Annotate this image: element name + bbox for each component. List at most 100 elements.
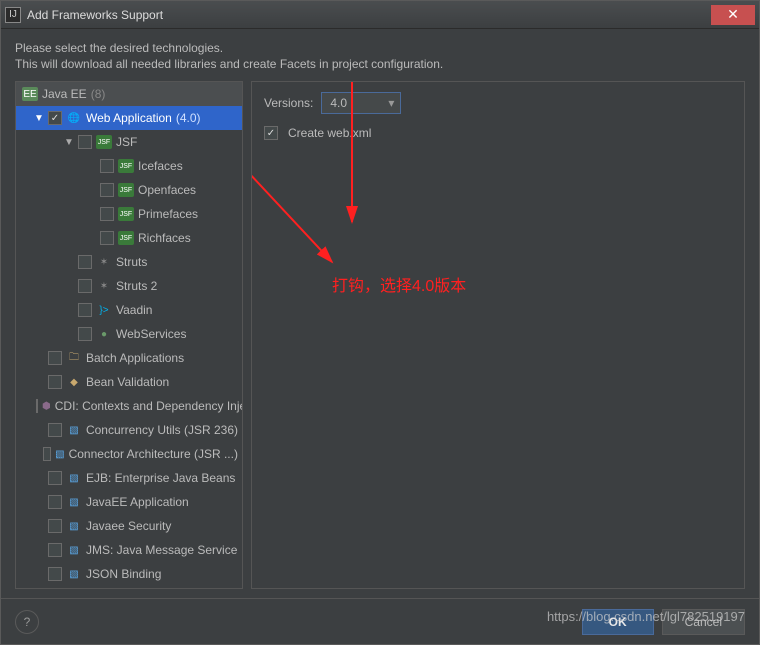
tree-item-connector-architecture-jsr-[interactable]: ▧Connector Architecture (JSR ...) — [16, 442, 242, 466]
tree-item-label: Openfaces — [138, 183, 196, 197]
cdi-icon: ⬢ — [42, 399, 51, 413]
tree-item-checkbox[interactable] — [78, 279, 92, 293]
javaee-icon: EE — [22, 87, 38, 101]
gear-icon: ✶ — [96, 255, 112, 269]
jsf-icon: JSF — [96, 135, 112, 149]
watermark: https://blog.csdn.net/lgl782519197 — [547, 609, 745, 624]
tree-item-struts-2[interactable]: ✶ Struts 2 — [16, 274, 242, 298]
tree-item-jsf[interactable]: ▼ JSF JSF — [16, 130, 242, 154]
create-webxml-label: Create web.xml — [288, 126, 371, 140]
tree-item-web-application[interactable]: ▼ 🌐 Web Application (4.0) — [16, 106, 242, 130]
tree-item-batch-applications[interactable]: 🗀 Batch Applications — [16, 346, 242, 370]
tree-item-label: Struts 2 — [116, 279, 157, 293]
tree-item-vaadin[interactable]: }>Vaadin — [16, 298, 242, 322]
versions-label: Versions: — [264, 96, 313, 110]
tree-item-label: Bean Validation — [86, 375, 169, 389]
jsf-icon: JSF — [118, 183, 134, 197]
tree-item-checkbox[interactable] — [78, 303, 92, 317]
tree-item-concurrency-utils-jsr-236-[interactable]: ▧ Concurrency Utils (JSR 236) — [16, 418, 242, 442]
tree-item-checkbox[interactable] — [100, 231, 114, 245]
web-icon: 🌐 — [66, 111, 82, 125]
close-button[interactable]: ✕ — [711, 5, 755, 25]
tree-item-checkbox[interactable] — [48, 543, 62, 557]
tree-item-checkbox[interactable] — [78, 135, 92, 149]
tree-item-checkbox[interactable] — [48, 495, 62, 509]
tree-header-label: Java EE — [42, 87, 87, 101]
gear-icon: ✶ — [96, 279, 112, 293]
tree-item-label: Icefaces — [138, 159, 183, 173]
tree-item-cdi-contexts-and-dependency-injection[interactable]: ⬢ CDI: Contexts and Dependency Injection — [16, 394, 242, 418]
tree-item-label: Javaee Security — [86, 519, 171, 533]
annotation-arrows — [252, 82, 752, 582]
description-line-1: Please select the desired technologies. — [15, 41, 745, 55]
blue-icon: ▧ — [66, 423, 82, 437]
tree-item-javaee-application[interactable]: ▧ JavaEE Application — [16, 490, 242, 514]
tree-item-jms-java-message-service[interactable]: ▧ JMS: Java Message Service — [16, 538, 242, 562]
tree-item-struts[interactable]: ✶ Struts — [16, 250, 242, 274]
jsf-icon: JSF — [118, 231, 134, 245]
tree-item-checkbox[interactable] — [48, 567, 62, 581]
tree-item-label: JSF — [116, 135, 137, 149]
tree-item-label: Web Application — [86, 111, 172, 125]
tree-item-ejb-enterprise-java-beans[interactable]: ▧ EJB: Enterprise Java Beans — [16, 466, 242, 490]
tree-item-label: CDI: Contexts and Dependency Injection — [55, 399, 242, 413]
tree-item-label: JSON Binding — [86, 567, 161, 581]
tree-item-label: JavaEE Application — [86, 495, 189, 509]
create-webxml-checkbox[interactable] — [264, 126, 278, 140]
expand-arrow-icon[interactable]: ▼ — [34, 113, 46, 124]
help-button[interactable]: ? — [15, 610, 39, 634]
tree-item-label: Concurrency Utils (JSR 236) — [86, 423, 238, 437]
tree-item-icefaces[interactable]: JSFIcefaces — [16, 154, 242, 178]
app-icon: IJ — [5, 7, 21, 23]
tree-header-count: (8) — [91, 87, 106, 101]
tree-item-checkbox[interactable] — [36, 399, 38, 413]
details-panel: Versions: 4.0 Create web.xml 打钩，选择4.0版本 — [251, 81, 745, 589]
tree-item-json-binding[interactable]: ▧ JSON Binding — [16, 562, 242, 586]
tree-item-label: Batch Applications — [86, 351, 184, 365]
shield-icon: ◆ — [66, 375, 82, 389]
tree-item-label: Primefaces — [138, 207, 198, 221]
tree-item-suffix: (4.0) — [176, 111, 201, 125]
framework-tree-panel: EE Java EE (8) ▼ 🌐 Web Application (4.0) ▼ J… — [15, 81, 243, 589]
tree-item-checkbox[interactable] — [78, 255, 92, 269]
tree-item-checkbox[interactable] — [48, 519, 62, 533]
window-title: Add Frameworks Support — [27, 8, 163, 22]
tree-item-label: WebServices — [116, 327, 186, 341]
tree-item-label: EJB: Enterprise Java Beans — [86, 471, 235, 485]
tree-item-checkbox[interactable] — [100, 207, 114, 221]
tree-item-bean-validation[interactable]: ◆ Bean Validation — [16, 370, 242, 394]
tree-item-checkbox[interactable] — [43, 447, 52, 461]
titlebar: IJ Add Frameworks Support ✕ — [1, 1, 759, 29]
tree-item-label: Richfaces — [138, 231, 191, 245]
tree-item-checkbox[interactable] — [48, 423, 62, 437]
tree-item-checkbox[interactable] — [48, 351, 62, 365]
tree-item-openfaces[interactable]: JSF Openfaces — [16, 178, 242, 202]
folder-icon: 🗀 — [66, 351, 82, 365]
tree-item-label: JMS: Java Message Service — [86, 543, 237, 557]
tree-item-checkbox[interactable] — [48, 471, 62, 485]
blue-icon: ▧ — [66, 543, 82, 557]
tree-item-checkbox[interactable] — [100, 183, 114, 197]
tree-item-primefaces[interactable]: JSFPrimefaces — [16, 202, 242, 226]
tree-item-label: Connector Architecture (JSR ...) — [69, 447, 238, 461]
tree-item-checkbox[interactable] — [48, 111, 62, 125]
tree-item-checkbox[interactable] — [78, 327, 92, 341]
tree-item-javaee-security[interactable]: ▧ Javaee Security — [16, 514, 242, 538]
tree-item-richfaces[interactable]: JSF Richfaces — [16, 226, 242, 250]
framework-tree-scroll[interactable]: EE Java EE (8) ▼ 🌐 Web Application (4.0) ▼ J… — [16, 82, 242, 588]
annotation-text: 打钩，选择4.0版本 — [332, 272, 466, 296]
description-line-2: This will download all needed libraries … — [15, 57, 745, 71]
blue-icon: ▧ — [66, 471, 82, 485]
blue-icon: ▧ — [66, 519, 82, 533]
tree-item-label: Struts — [116, 255, 147, 269]
version-select[interactable]: 4.0 — [321, 92, 401, 114]
tree-item-checkbox[interactable] — [48, 375, 62, 389]
blue-icon: ▧ — [66, 567, 82, 581]
expand-arrow-icon[interactable]: ▼ — [64, 137, 76, 148]
ws-icon: ● — [96, 327, 112, 341]
tree-item-label: Vaadin — [116, 303, 152, 317]
tree-item-webservices[interactable]: ● WebServices — [16, 322, 242, 346]
tree-item-checkbox[interactable] — [100, 159, 114, 173]
blue-icon: ▧ — [66, 495, 82, 509]
tree-header-javaee[interactable]: EE Java EE (8) — [16, 82, 242, 106]
